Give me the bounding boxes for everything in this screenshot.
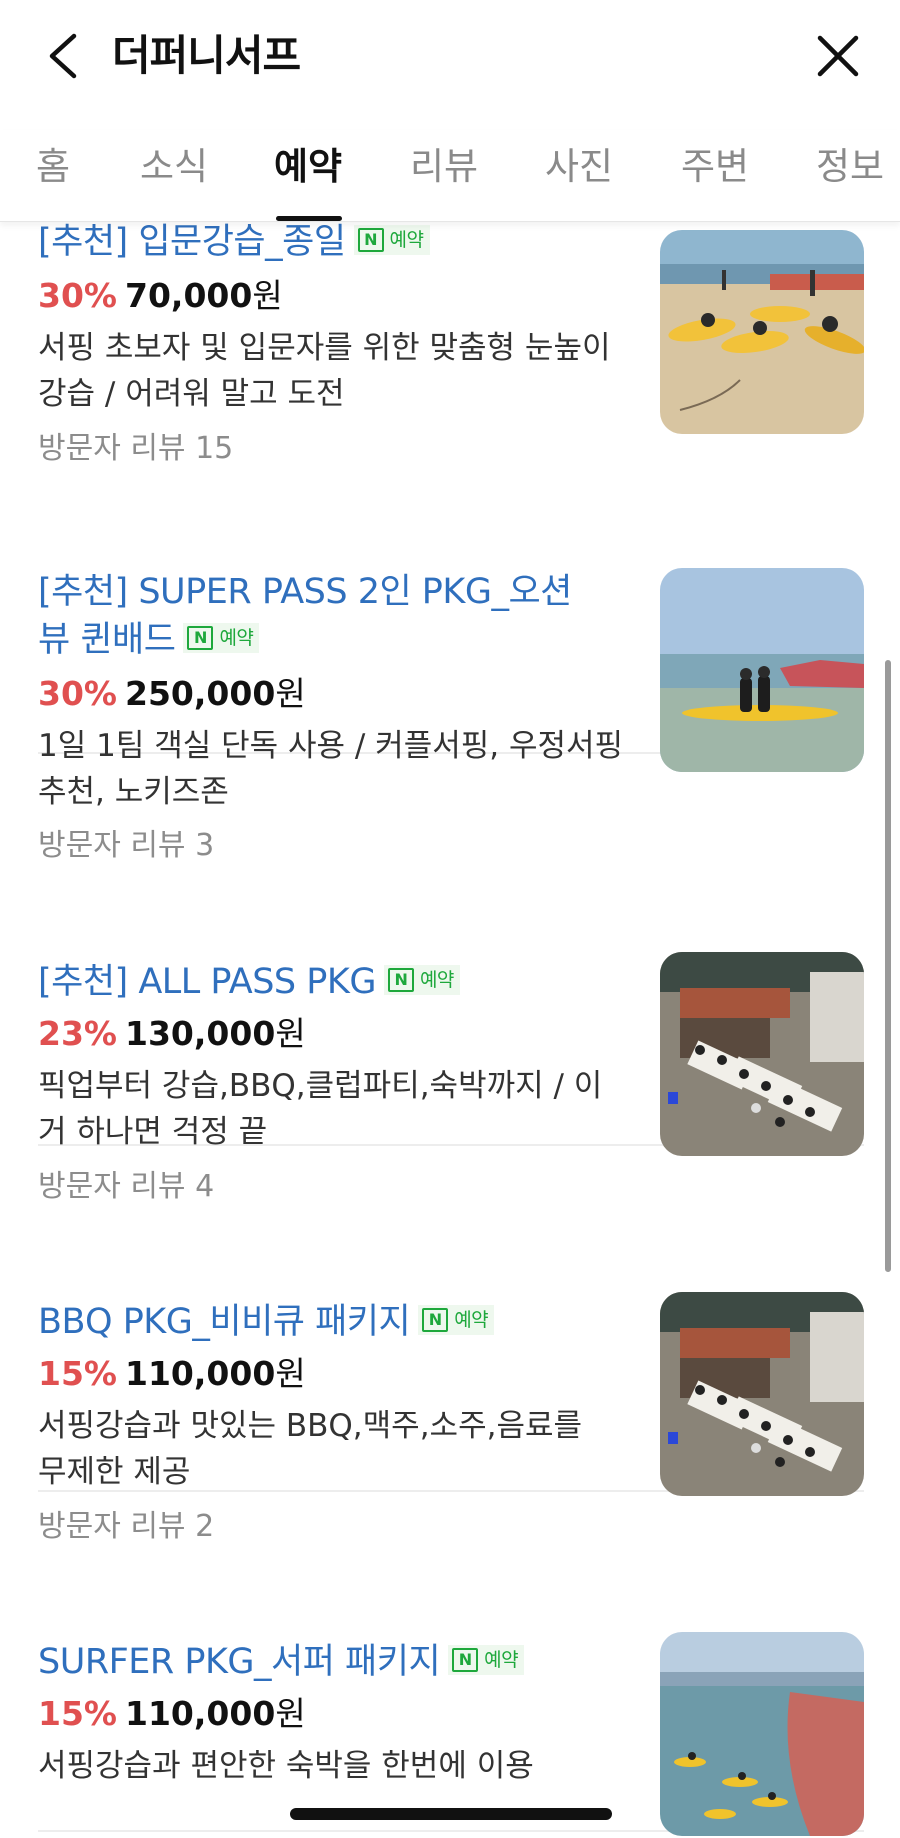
item-title-text: [추천] 입문강습_종일 xyxy=(38,222,346,262)
scrollbar[interactable] xyxy=(885,660,891,1272)
price-currency: 원 xyxy=(275,1694,306,1733)
tab-booking[interactable]: 예약 xyxy=(274,142,342,192)
item-thumbnail[interactable] xyxy=(660,230,864,434)
item-title-text: 뷰 퀸배드 xyxy=(38,620,176,660)
tab-nearby[interactable]: 주변 xyxy=(681,142,749,192)
price-currency: 원 xyxy=(275,1014,306,1053)
header: 더퍼니서프 xyxy=(0,0,900,110)
badge-label: 예약 xyxy=(389,229,424,251)
page-title: 더퍼니서프 xyxy=(112,31,301,80)
badge-label: 예약 xyxy=(454,1309,489,1331)
close-icon[interactable] xyxy=(812,30,864,82)
discount-rate: 30% xyxy=(38,276,117,315)
desc-line: 서핑 초보자 및 입문자를 위한 맞춤형 눈높이 xyxy=(38,330,611,366)
active-tab-indicator xyxy=(276,216,342,221)
price-row: 30% 70,000원 xyxy=(38,274,283,318)
price-value: 110,000 xyxy=(125,1694,276,1733)
item-title[interactable]: [추천] ALL PASS PKG N 예약 xyxy=(38,958,618,1006)
price-value: 110,000 xyxy=(125,1354,276,1393)
visitor-review-count[interactable]: 방문자 리뷰 4 xyxy=(38,1166,214,1208)
item-description: 서핑강습과 맛있는 BBQ,맥주,소주,음료를무제한 제공 xyxy=(38,1403,628,1495)
naver-n-icon: N xyxy=(187,625,214,650)
item-title[interactable]: SURFER PKG_서퍼 패키지 N 예약 xyxy=(38,1638,618,1686)
visitor-review-count[interactable]: 방문자 리뷰 3 xyxy=(38,825,214,867)
item-description: 서핑 초보자 및 입문자를 위한 맞춤형 눈높이강습 / 어려워 말고 도전 xyxy=(38,325,628,417)
price-row: 23% 130,000원 xyxy=(38,1012,306,1056)
item-description: 픽업부터 강습,BBQ,클럽파티,숙박까지 / 이거 하나면 걱정 끝 xyxy=(38,1063,628,1155)
naver-n-icon: N xyxy=(387,967,414,992)
item-title-text: [추천] SUPER PASS 2인 PKG_오션 xyxy=(38,572,572,612)
item-thumbnail[interactable] xyxy=(660,952,864,1156)
discount-rate: 23% xyxy=(38,1014,117,1053)
badge-label: 예약 xyxy=(219,627,254,649)
naver-n-icon: N xyxy=(422,1307,449,1332)
discount-rate: 15% xyxy=(38,1354,117,1393)
visitor-review-count[interactable]: 방문자 리뷰 15 xyxy=(38,428,233,470)
app-screen: 더퍼니서프 홈 소식 예약 리뷰 사진 주변 정보 [추천] 입문강습_종일 N 예… xyxy=(0,0,900,1838)
item-title[interactable]: [추천] SUPER PASS 2인 PKG_오션 뷰 퀸배드 N 예약 xyxy=(38,568,618,664)
item-title-text: BBQ PKG_비비큐 패키지 xyxy=(38,1302,411,1342)
item-description: 1일 1팀 객실 단독 사용 / 커플서핑, 우정서핑추천, 노키즈존 xyxy=(38,723,628,815)
tab-bar: 홈 소식 예약 리뷰 사진 주변 정보 xyxy=(0,130,900,222)
badge-label: 예약 xyxy=(484,1649,519,1671)
desc-line: 거 하나면 걱정 끝 xyxy=(38,1114,268,1150)
item-thumbnail[interactable] xyxy=(660,568,864,772)
price-value: 130,000 xyxy=(125,1014,276,1053)
item-title[interactable]: [추천] 입문강습_종일 N 예약 xyxy=(38,218,618,266)
item-title[interactable]: BBQ PKG_비비큐 패키지 N 예약 xyxy=(38,1298,618,1346)
tab-news[interactable]: 소식 xyxy=(140,142,208,192)
naver-booking-badge: N 예약 xyxy=(383,965,460,995)
discount-rate: 30% xyxy=(38,674,117,713)
desc-line: 서핑강습과 편안한 숙박을 한번에 이용 xyxy=(38,1748,534,1784)
back-arrow-icon[interactable] xyxy=(40,28,90,84)
item-title-text: SURFER PKG_서퍼 패키지 xyxy=(38,1642,441,1682)
price-currency: 원 xyxy=(275,1354,306,1393)
price-currency: 원 xyxy=(275,674,306,713)
home-indicator[interactable] xyxy=(290,1808,612,1820)
item-thumbnail[interactable] xyxy=(660,1632,864,1836)
tab-photos[interactable]: 사진 xyxy=(545,142,613,192)
desc-line: 강습 / 어려워 말고 도전 xyxy=(38,376,345,412)
desc-line: 추천, 노키즈존 xyxy=(38,774,229,810)
price-value: 70,000 xyxy=(125,276,253,315)
desc-line: 서핑강습과 맛있는 BBQ,맥주,소주,음료를 xyxy=(38,1408,583,1444)
price-value: 250,000 xyxy=(125,674,276,713)
naver-booking-badge: N 예약 xyxy=(418,1305,495,1335)
price-row: 30% 250,000원 xyxy=(38,672,306,716)
naver-n-icon: N xyxy=(452,1647,479,1672)
naver-booking-badge: N 예약 xyxy=(183,623,260,653)
badge-label: 예약 xyxy=(419,969,454,991)
tab-info[interactable]: 정보 xyxy=(816,142,884,192)
desc-line: 픽업부터 강습,BBQ,클럽파티,숙박까지 / 이 xyxy=(38,1068,603,1104)
item-title-text: [추천] ALL PASS PKG xyxy=(38,962,376,1002)
desc-line: 무제한 제공 xyxy=(38,1454,191,1490)
item-description: 서핑강습과 편안한 숙박을 한번에 이용 xyxy=(38,1743,628,1789)
tab-reviews[interactable]: 리뷰 xyxy=(410,142,478,192)
naver-booking-badge: N 예약 xyxy=(448,1645,525,1675)
tab-home[interactable]: 홈 xyxy=(36,142,70,192)
price-currency: 원 xyxy=(252,276,283,315)
item-thumbnail[interactable] xyxy=(660,1292,864,1496)
discount-rate: 15% xyxy=(38,1694,117,1733)
price-row: 15% 110,000원 xyxy=(38,1692,306,1736)
price-row: 15% 110,000원 xyxy=(38,1352,306,1396)
visitor-review-count[interactable]: 방문자 리뷰 2 xyxy=(38,1506,214,1548)
naver-booking-badge: N 예약 xyxy=(353,225,430,255)
desc-line: 1일 1팀 객실 단독 사용 / 커플서핑, 우정서핑 xyxy=(38,728,624,764)
naver-n-icon: N xyxy=(357,227,384,252)
